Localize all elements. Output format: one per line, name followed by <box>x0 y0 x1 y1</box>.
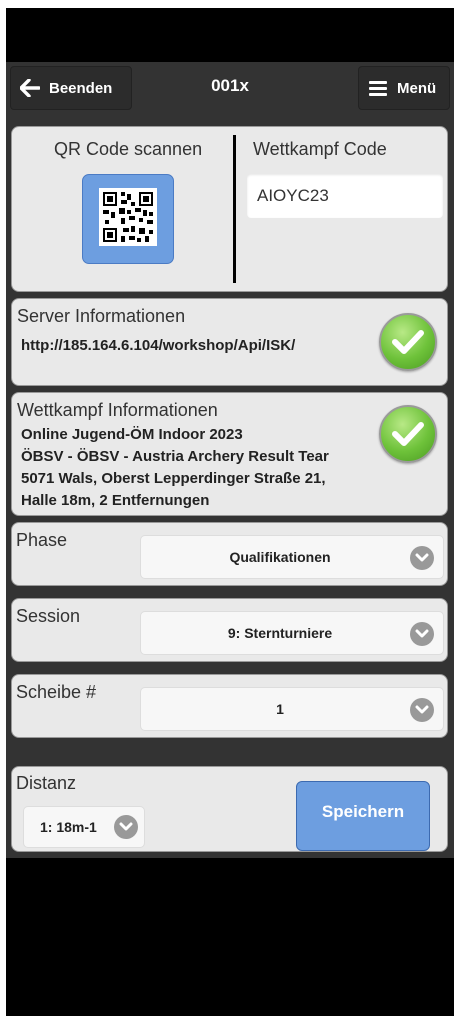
panel-divider <box>233 135 236 283</box>
target-panel: Scheibe # 1 <box>11 674 448 738</box>
device-screen: Beenden 001x Menü QR Code scannen Wettka… <box>6 8 454 1016</box>
competition-code-input[interactable] <box>247 174 443 218</box>
target-label: Scheibe # <box>16 682 97 702</box>
server-url: http://185.164.6.104/workshop/Api/ISK/ <box>21 337 296 354</box>
session-select-value: 9: Sternturniere <box>227 625 333 641</box>
checkmark-icon <box>379 405 437 463</box>
chevron-down-icon <box>410 622 434 646</box>
target-select[interactable]: 1 <box>140 687 444 731</box>
page-title: 001x <box>211 76 249 95</box>
qr-scan-button[interactable] <box>82 174 174 264</box>
back-button-label: Beenden <box>49 79 113 97</box>
competition-organizer: ÖBSV - ÖBSV - Austria Archery Result Tea… <box>21 448 329 465</box>
app-container: Beenden 001x Menü QR Code scannen Wettka… <box>6 62 454 858</box>
phase-panel: Phase Qualifikationen <box>11 522 448 586</box>
distance-label: Distanz <box>16 773 77 793</box>
save-button[interactable]: Speichern <box>296 781 430 851</box>
competition-venue: Halle 18m, 2 Entfernungen <box>21 492 210 509</box>
session-label: Session <box>16 606 81 626</box>
session-panel: Session 9: Sternturniere <box>11 598 448 662</box>
phase-select-value: Qualifikationen <box>229 549 331 565</box>
chevron-down-icon <box>410 698 434 722</box>
competition-address: 5071 Wals, Oberst Lepperdinger Straße 21… <box>21 470 326 487</box>
server-info-panel: Server Informationen http://185.164.6.10… <box>11 298 448 386</box>
menu-button[interactable]: Menü <box>358 66 450 110</box>
session-select[interactable]: 9: Sternturniere <box>140 611 444 655</box>
chevron-down-icon <box>410 546 434 570</box>
distance-panel: Distanz 1: 18m-1 Speichern <box>11 766 448 852</box>
hamburger-icon <box>367 77 389 99</box>
menu-button-label: Menü <box>397 79 437 97</box>
qr-code-icon <box>99 187 157 251</box>
checkmark-icon <box>379 313 437 371</box>
competition-info-title: Wettkampf Informationen <box>17 400 218 420</box>
arrow-left-icon <box>19 77 41 99</box>
qr-code-panel: QR Code scannen Wettkampf Code AIOYC23 <box>11 126 448 292</box>
server-info-title: Server Informationen <box>17 306 186 326</box>
distance-select-value: 1: 18m-1 <box>40 819 97 835</box>
phase-label: Phase <box>16 530 68 550</box>
competition-name: Online Jugend-ÖM Indoor 2023 <box>21 426 243 443</box>
competition-details: Online Jugend-ÖM Indoor 2023 ÖBSV - ÖBSV… <box>21 424 329 512</box>
competition-info-panel: Wettkampf Informationen Online Jugend-ÖM… <box>11 392 448 516</box>
qr-scan-label: QR Code scannen <box>54 139 203 159</box>
distance-select[interactable]: 1: 18m-1 <box>23 806 145 848</box>
phase-select[interactable]: Qualifikationen <box>140 535 444 579</box>
competition-code-label: Wettkampf Code <box>253 139 387 159</box>
chevron-down-icon <box>114 815 138 839</box>
back-button[interactable]: Beenden <box>10 66 132 110</box>
target-select-value: 1 <box>276 701 284 717</box>
